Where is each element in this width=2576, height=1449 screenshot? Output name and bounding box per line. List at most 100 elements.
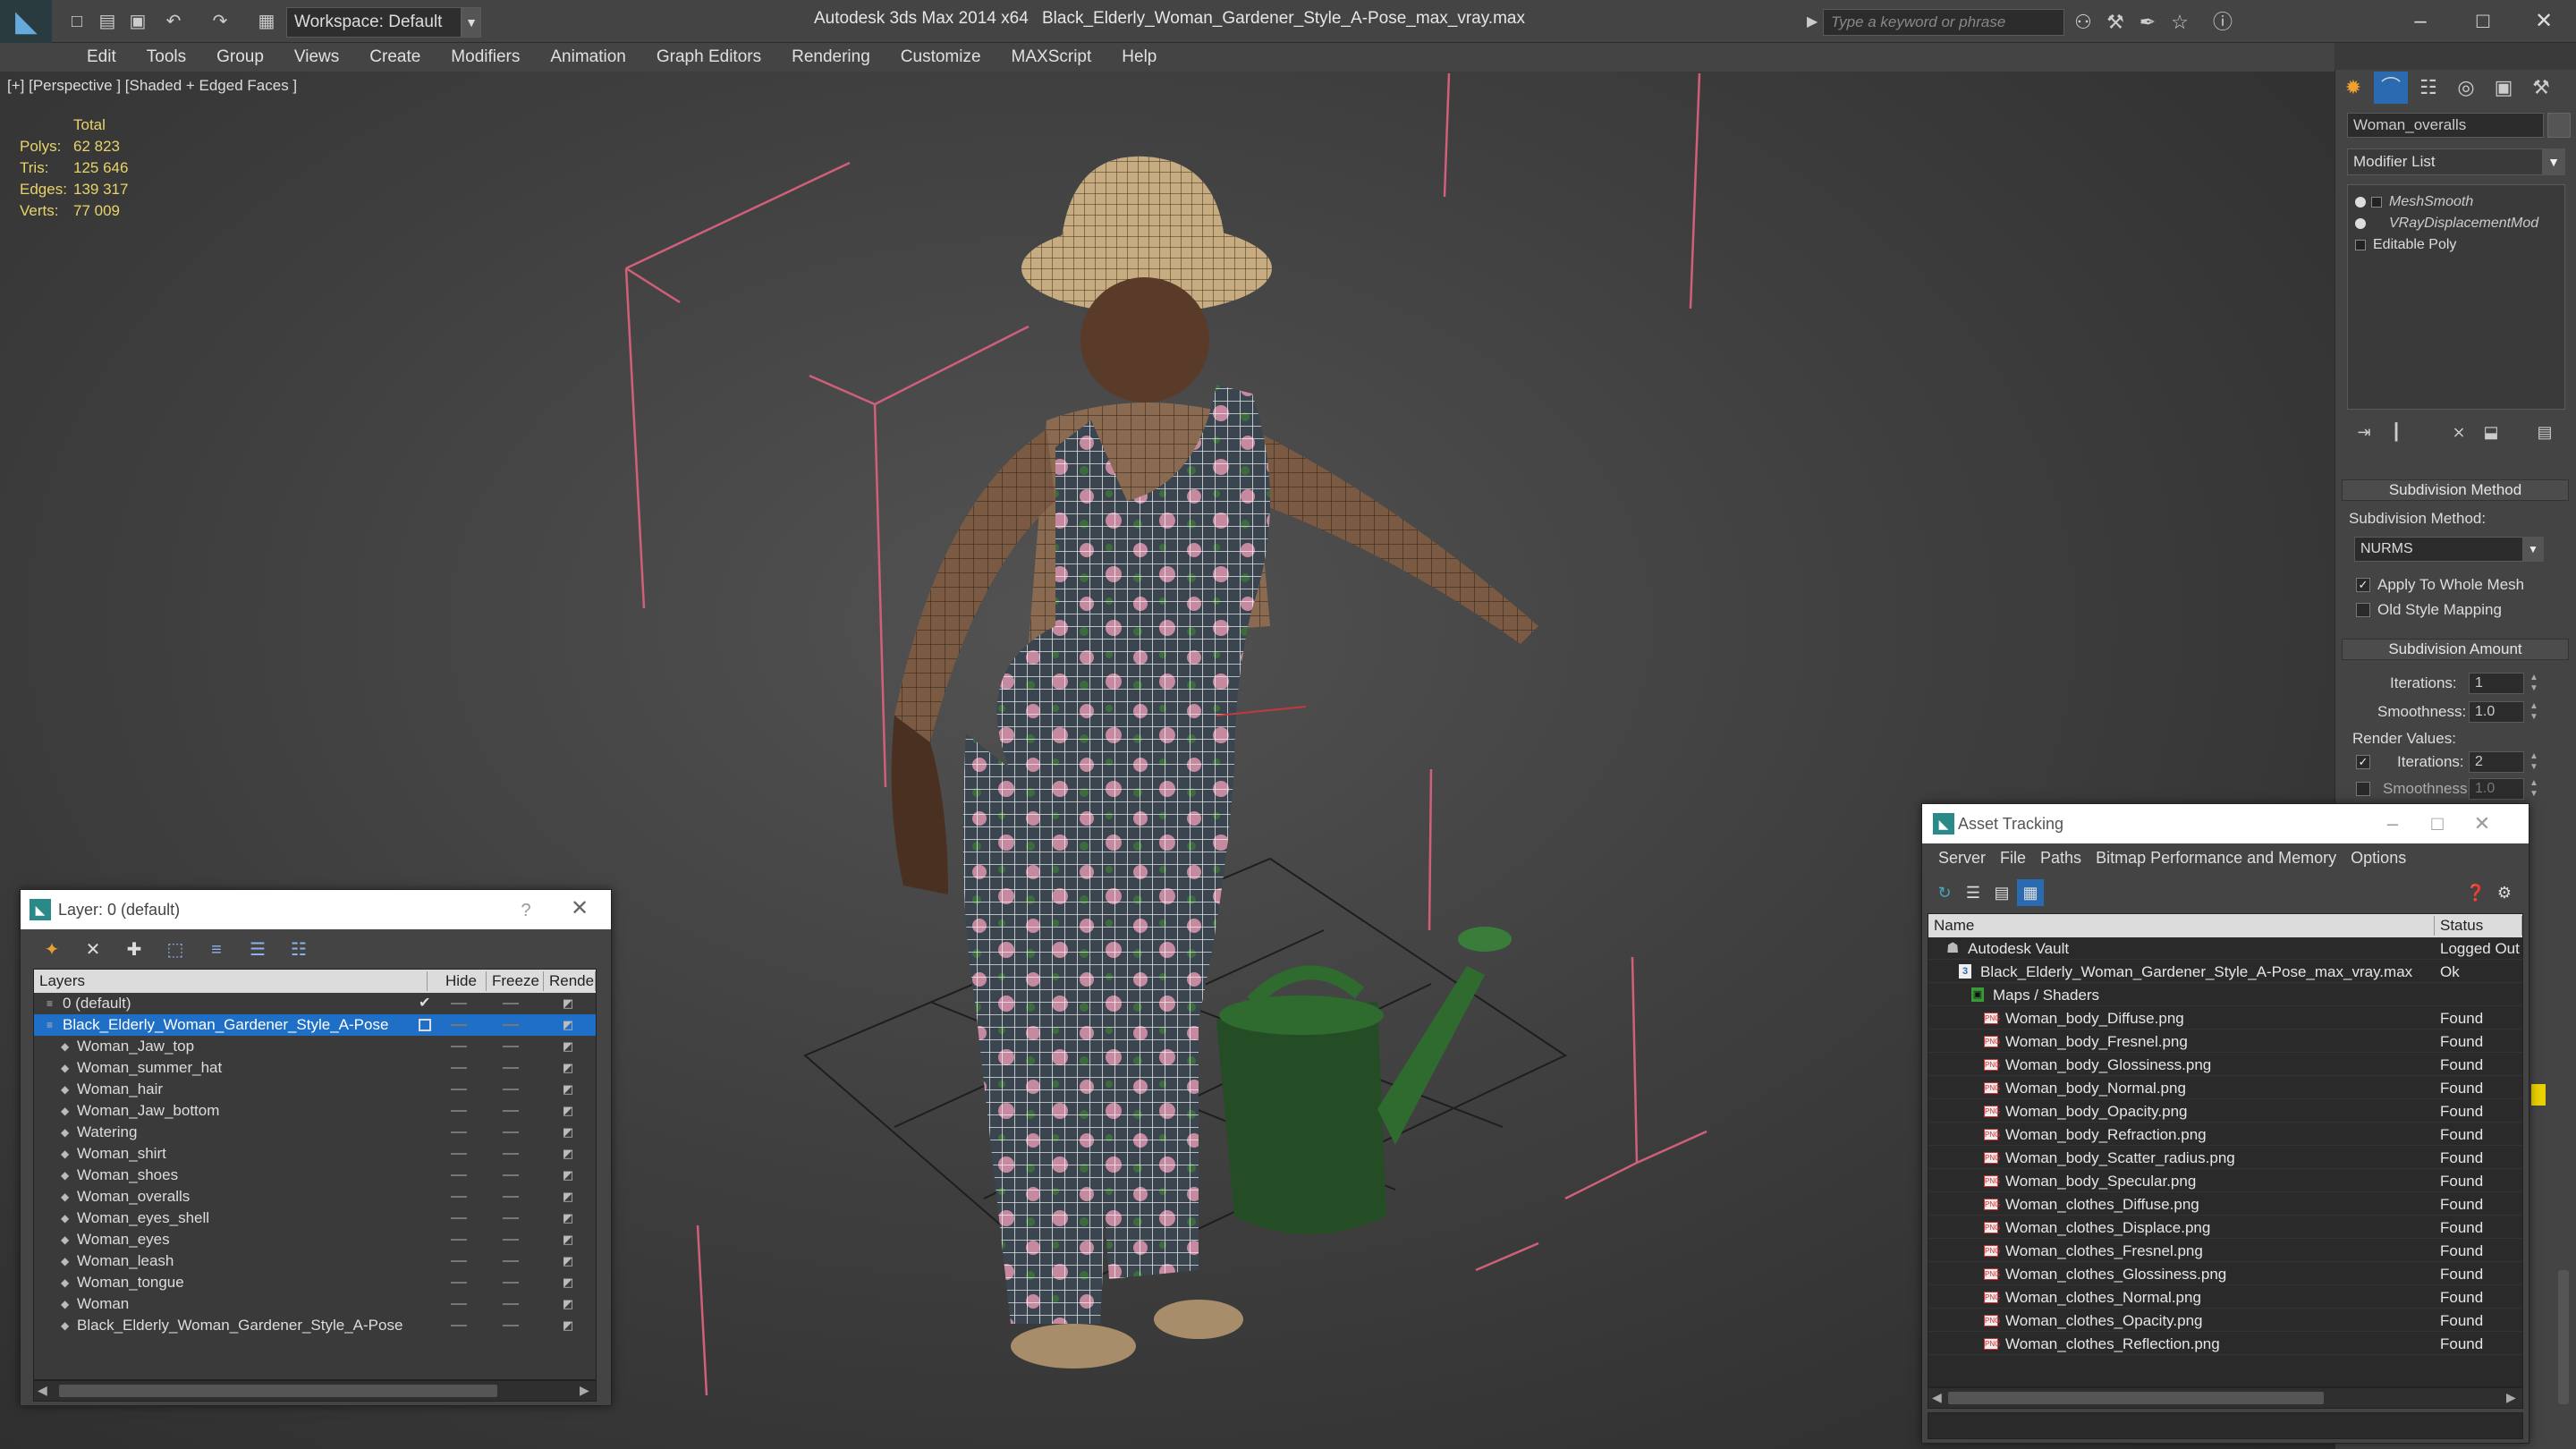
layer-row[interactable]: ◆ Woman ◩ <box>34 1293 596 1315</box>
subscription-icon[interactable]: ⚒ <box>2102 9 2129 36</box>
motion-tab-icon[interactable]: ◎ <box>2449 72 2483 104</box>
scroll-left-icon[interactable]: ◀ <box>1932 1390 1942 1405</box>
freeze-toggle[interactable] <box>503 1089 519 1090</box>
column-header-freeze[interactable]: Freeze <box>487 971 544 991</box>
hide-toggle[interactable] <box>451 1239 467 1241</box>
asset-row[interactable]: ☗ Autodesk Vault Logged Out <box>1928 937 2522 960</box>
column-header-layers[interactable]: Layers <box>34 971 428 991</box>
layer-row[interactable]: ◆ Woman_summer_hat ◩ <box>34 1057 596 1079</box>
layer-window-help-button[interactable]: ? <box>513 897 539 924</box>
hide-toggle[interactable] <box>451 1174 467 1176</box>
scroll-right-icon[interactable]: ▶ <box>580 1383 589 1398</box>
layer-window-close-button[interactable]: ✕ <box>566 895 593 922</box>
asset-window-maximize-button[interactable]: □ <box>2419 809 2455 838</box>
layer-row[interactable]: ◆ Woman_shirt ◩ <box>34 1143 596 1165</box>
freeze-toggle[interactable] <box>503 1046 519 1047</box>
hide-toggle[interactable] <box>451 1217 467 1219</box>
scroll-right-icon[interactable]: ▶ <box>2506 1390 2516 1405</box>
menu-modifiers[interactable]: Modifiers <box>436 43 535 72</box>
asset-row[interactable]: PNG Woman_body_Normal.png Found <box>1928 1077 2522 1099</box>
layer-row[interactable]: ◆ Woman_tongue ◩ <box>34 1272 596 1293</box>
expand-box-icon[interactable] <box>2371 196 2382 208</box>
render-toggle-icon[interactable]: ◩ <box>562 1276 574 1289</box>
modifier-list-arrow-icon[interactable]: ▼ <box>2542 148 2565 175</box>
render-toggle-icon[interactable]: ◩ <box>562 1319 574 1332</box>
menu-animation[interactable]: Animation <box>535 43 641 72</box>
asset-menu-file[interactable]: File <box>1993 843 2033 872</box>
render-toggle-icon[interactable]: ◩ <box>562 1083 574 1096</box>
subdivision-method-arrow-icon[interactable]: ▼ <box>2522 537 2544 562</box>
app-logo-icon[interactable]: ◣ <box>0 0 52 43</box>
highlight-layer-icon[interactable]: ≡ <box>201 935 232 965</box>
freeze-toggle[interactable] <box>503 1131 519 1133</box>
asset-row[interactable]: PNG Woman_clothes_Displace.png Found <box>1928 1216 2522 1239</box>
freeze-toggle[interactable] <box>503 1239 519 1241</box>
layer-row[interactable]: ◆ Woman_eyes ◩ <box>34 1229 596 1250</box>
asset-menu-options[interactable]: Options <box>2343 843 2413 872</box>
asset-row[interactable]: 3 Black_Elderly_Woman_Gardener_Style_A-Po… <box>1928 961 2522 983</box>
current-layer-box-icon[interactable] <box>419 1019 431 1031</box>
create-tab-icon[interactable]: ✹ <box>2336 72 2370 104</box>
asset-row[interactable]: PNG Woman_body_Diffuse.png Found <box>1928 1007 2522 1030</box>
subdivision-amount-rollout[interactable]: Subdivision Amount <box>2342 639 2569 660</box>
create-layer-icon[interactable]: ✦ <box>37 935 67 965</box>
asset-window-close-button[interactable]: ✕ <box>2464 809 2500 838</box>
expand-box-icon[interactable] <box>2355 239 2366 250</box>
freeze-toggle[interactable] <box>503 1325 519 1326</box>
project-folder-icon[interactable]: ▦ <box>254 9 279 34</box>
configure-modifier-sets-icon[interactable]: ▤ <box>2531 420 2558 444</box>
render-toggle-icon[interactable]: ◩ <box>562 1126 574 1139</box>
smoothness-spinner-arrows-icon[interactable]: ▲ ▼ <box>2528 701 2540 723</box>
layer-row[interactable]: ◆ Woman_Jaw_top ◩ <box>34 1036 596 1057</box>
object-name-field[interactable]: Woman_overalls <box>2347 113 2544 138</box>
asset-window-minimize-button[interactable]: – <box>2375 809 2411 838</box>
render-smoothness-spinner-arrows-icon[interactable]: ▲ ▼ <box>2528 778 2540 800</box>
list-view-icon[interactable]: ☰ <box>1960 879 1987 906</box>
layer-row[interactable]: ◆ Woman_shoes ◩ <box>34 1165 596 1186</box>
menu-views[interactable]: Views <box>279 43 354 72</box>
freeze-toggle[interactable] <box>503 1174 519 1176</box>
freeze-all-layers-icon[interactable]: ☷ <box>284 935 314 965</box>
stack-item[interactable]: Editable Poly <box>2355 237 2456 253</box>
search-expand-icon[interactable]: ▶ <box>1807 13 1818 30</box>
freeze-toggle[interactable] <box>503 1003 519 1004</box>
freeze-toggle[interactable] <box>503 1282 519 1284</box>
render-toggle-icon[interactable]: ◩ <box>562 1191 574 1203</box>
hide-toggle[interactable] <box>451 1131 467 1133</box>
binoculars-icon[interactable]: ⚇ <box>2070 9 2097 36</box>
layer-row[interactable]: ◆ Woman_leash ◩ <box>34 1250 596 1272</box>
layer-row[interactable]: ◆ Black_Elderly_Woman_Gardener_Style_A-Po… <box>34 1315 596 1336</box>
freeze-toggle[interactable] <box>503 1153 519 1155</box>
hide-toggle[interactable] <box>451 1325 467 1326</box>
asset-menu-paths[interactable]: Paths <box>2033 843 2089 872</box>
bulb-icon[interactable] <box>2355 196 2366 208</box>
redo-icon[interactable]: ↷ <box>208 9 233 34</box>
hide-all-layers-icon[interactable]: ☰ <box>242 935 273 965</box>
select-objects-in-layer-icon[interactable]: ⬚ <box>160 935 191 965</box>
scrollbar-thumb[interactable] <box>1948 1392 2324 1404</box>
current-layer-check-icon[interactable]: ✔ <box>419 993 430 1014</box>
asset-row[interactable]: PNG Woman_clothes_Diffuse.png Found <box>1928 1193 2522 1216</box>
freeze-toggle[interactable] <box>503 1067 519 1069</box>
render-smoothness-checkbox[interactable] <box>2356 782 2370 796</box>
hide-toggle[interactable] <box>451 1303 467 1305</box>
workspace-dropdown[interactable]: Workspace: Default <box>286 7 462 38</box>
asset-settings-icon[interactable]: ⚙ <box>2491 879 2518 906</box>
asset-row[interactable]: PNG Woman_clothes_Reflection.png Found <box>1928 1333 2522 1355</box>
utilities-tab-icon[interactable]: ⚒ <box>2524 72 2558 104</box>
layer-row[interactable]: ≡ 0 (default) ✔ ◩ <box>34 993 596 1014</box>
hide-toggle[interactable] <box>451 1282 467 1284</box>
menu-help[interactable]: Help <box>1106 43 1172 72</box>
layer-row[interactable]: ◆ Woman_hair ◩ <box>34 1079 596 1100</box>
column-header-hide[interactable]: Hide <box>440 971 487 991</box>
freeze-toggle[interactable] <box>503 1217 519 1219</box>
freeze-toggle[interactable] <box>503 1024 519 1026</box>
render-toggle-icon[interactable]: ◩ <box>562 1298 574 1310</box>
menu-maxscript[interactable]: MAXScript <box>996 43 1107 72</box>
remove-modifier-icon[interactable]: ⬓ <box>2478 420 2504 444</box>
asset-row[interactable]: PNG Woman_body_Specular.png Found <box>1928 1170 2522 1192</box>
hide-toggle[interactable] <box>451 1003 467 1004</box>
asset-row[interactable]: PNG Woman_body_Fresnel.png Found <box>1928 1030 2522 1053</box>
render-toggle-icon[interactable]: ◩ <box>562 997 574 1010</box>
add-to-layer-icon[interactable]: ✚ <box>119 935 149 965</box>
